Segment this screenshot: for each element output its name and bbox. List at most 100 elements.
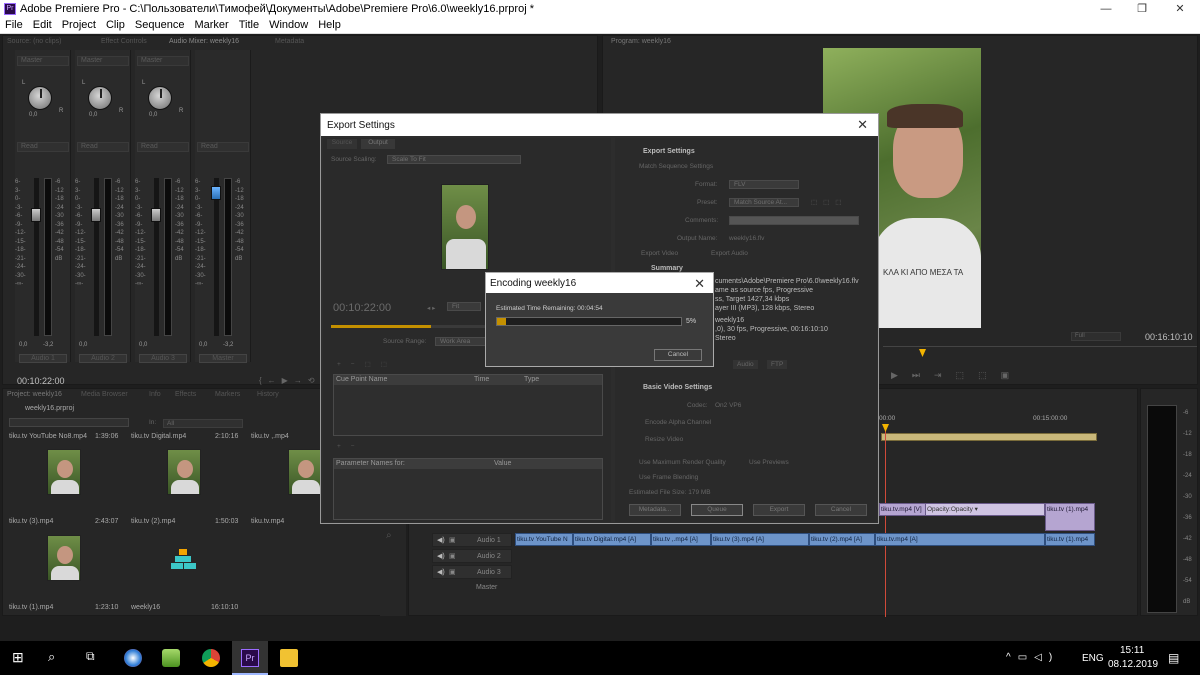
tab-audio[interactable]: Audio: [733, 360, 758, 369]
tab-project[interactable]: Project: weekly16: [7, 391, 62, 401]
menu-project[interactable]: Project: [57, 18, 101, 31]
bin-item-name[interactable]: weekly16: [131, 604, 160, 611]
frame-blending-checkbox[interactable]: Use Frame Blending: [639, 474, 698, 481]
image-app-icon[interactable]: [162, 649, 180, 667]
pan-knob[interactable]: [88, 86, 112, 110]
maximize-icon[interactable]: ❐: [1128, 1, 1156, 17]
volume-fader-handle[interactable]: [151, 208, 161, 222]
tab-metadata[interactable]: Metadata: [275, 38, 304, 48]
automation-mode-dropdown[interactable]: Read: [77, 142, 129, 152]
tab-source[interactable]: Source: (no clips): [7, 38, 61, 48]
close-icon[interactable]: ✕: [857, 117, 868, 133]
menu-edit[interactable]: Edit: [28, 18, 57, 31]
tab-info[interactable]: Info: [149, 391, 161, 401]
tab-output-preview[interactable]: Output: [361, 139, 395, 149]
search-icon[interactable]: ⌕: [48, 649, 66, 667]
opacity-keyframe-dropdown[interactable]: Opacity:Opacity ▾: [925, 503, 1045, 516]
close-icon[interactable]: ✕: [1166, 1, 1194, 17]
paint-app-icon[interactable]: [124, 649, 142, 667]
comments-input[interactable]: [729, 216, 859, 225]
use-previews-checkbox[interactable]: Use Previews: [749, 459, 789, 466]
timeline-playhead-head[interactable]: [882, 424, 889, 432]
pan-knob[interactable]: [28, 86, 52, 110]
track-header-master[interactable]: Master: [432, 581, 512, 595]
input-language[interactable]: ENG: [1082, 653, 1104, 664]
frame-step-icons[interactable]: ◂ ▸: [427, 304, 435, 312]
export-audio-checkbox[interactable]: Export Audio: [711, 250, 748, 257]
tab-markers[interactable]: Markers: [215, 391, 240, 401]
bin-item-name[interactable]: tiku.tv ,.mp4: [251, 433, 289, 440]
menu-file[interactable]: File: [0, 18, 28, 31]
source-scaling-dropdown[interactable]: Scale To Fit: [387, 155, 521, 164]
tab-effects[interactable]: Effects: [175, 391, 196, 401]
premiere-taskbar-button[interactable]: Pr: [232, 641, 268, 675]
audio-clip[interactable]: tiku.tv.mp4 [A]: [875, 533, 1045, 546]
clock-date[interactable]: 08.12.2019: [1108, 659, 1158, 670]
audio-clip[interactable]: tiku.tv ,.mp4 [A]: [651, 533, 711, 546]
automation-mode-dropdown[interactable]: Read: [197, 142, 249, 152]
channel-output-dropdown[interactable]: Master: [77, 56, 129, 66]
clock-time[interactable]: 15:11: [1120, 645, 1144, 656]
encode-alpha-checkbox[interactable]: Encode Alpha Channel: [645, 419, 711, 426]
windows-start-icon[interactable]: ⊞: [12, 649, 30, 667]
menu-marker[interactable]: Marker: [189, 18, 233, 31]
lock-icon[interactable]: ▣: [449, 552, 456, 560]
audio-clip[interactable]: tiku.tv (3).mp4 [A]: [711, 533, 809, 546]
audio-clip[interactable]: tiku.tv YouTube N: [515, 533, 573, 546]
task-view-icon[interactable]: ⧉: [86, 649, 104, 667]
tab-media-browser[interactable]: Media Browser: [81, 391, 128, 401]
program-fit-dropdown[interactable]: Full: [1071, 332, 1121, 341]
max-render-quality-checkbox[interactable]: Use Maximum Render Quality: [639, 459, 726, 466]
volume-fader-handle[interactable]: [91, 208, 101, 222]
audio-clip[interactable]: tiku.tv (1).mp4: [1045, 533, 1095, 546]
file-explorer-icon[interactable]: [280, 649, 298, 667]
queue-button[interactable]: Queue: [691, 504, 743, 516]
playhead-marker[interactable]: [919, 349, 926, 357]
close-icon[interactable]: ✕: [694, 276, 705, 292]
format-dropdown[interactable]: FLV: [729, 180, 799, 189]
export-button[interactable]: Export: [753, 504, 805, 516]
channel-output-dropdown[interactable]: Master: [137, 56, 189, 66]
cancel-encoding-button[interactable]: Cancel: [654, 349, 702, 361]
metadata-button[interactable]: Metadata...: [629, 504, 681, 516]
clip-thumbnail[interactable]: [288, 449, 322, 495]
zoom-tool-icon[interactable]: ⌕: [386, 530, 392, 541]
automation-mode-dropdown[interactable]: Read: [137, 142, 189, 152]
notifications-icon[interactable]: ▤: [1168, 651, 1179, 665]
audio-clip[interactable]: tiku.tv Digital.mp4 [A]: [573, 533, 651, 546]
menu-title[interactable]: Title: [234, 18, 264, 31]
lock-icon[interactable]: ▣: [449, 536, 456, 544]
tab-source-preview[interactable]: Source: [327, 139, 357, 149]
bin-item-name[interactable]: tiku.tv YouTube No8.mp4: [9, 433, 87, 440]
menu-window[interactable]: Window: [264, 18, 313, 31]
track-header-audio-1[interactable]: ◀) ▣ Audio 1: [432, 533, 512, 547]
speaker-icon[interactable]: ◀): [437, 536, 445, 544]
track-header-audio-2[interactable]: ◀) ▣ Audio 2: [432, 549, 512, 563]
bin-item-name[interactable]: tiku.tv (1).mp4: [9, 604, 53, 611]
bin-item-name[interactable]: tiku.tv.mp4: [251, 518, 284, 525]
lock-icon[interactable]: ▣: [449, 568, 456, 576]
resize-video-checkbox[interactable]: Resize Video: [645, 436, 683, 443]
automation-mode-dropdown[interactable]: Read: [17, 142, 69, 152]
work-area-bar[interactable]: [881, 433, 1097, 441]
speaker-icon[interactable]: ◀): [437, 552, 445, 560]
preset-action-icons[interactable]: ⬚⬚⬚: [811, 198, 847, 206]
audio-clip[interactable]: tiku.tv (2).mp4 [A]: [809, 533, 875, 546]
chrome-icon[interactable]: [202, 649, 220, 667]
bin-item-name[interactable]: tiku.tv (3).mp4: [9, 518, 53, 525]
volume-fader-handle[interactable]: [31, 208, 41, 222]
program-transport-controls[interactable]: ▶⏭⇥⬚⬚▣: [891, 370, 1023, 381]
export-video-checkbox[interactable]: Export Video: [641, 250, 678, 257]
cancel-export-button[interactable]: Cancel: [815, 504, 867, 516]
fit-dropdown[interactable]: Fit: [447, 302, 481, 311]
channel-output-dropdown[interactable]: Master: [17, 56, 69, 66]
menu-sequence[interactable]: Sequence: [130, 18, 190, 31]
tab-history[interactable]: History: [257, 391, 279, 401]
project-search-input[interactable]: [9, 418, 129, 427]
sequence-icon[interactable]: [169, 549, 197, 573]
match-sequence-checkbox[interactable]: Match Sequence Settings: [639, 163, 713, 170]
program-scrubber[interactable]: [883, 346, 1197, 357]
cue-point-toolbar[interactable]: +−⬚⬚: [337, 360, 397, 368]
master-fader-handle[interactable]: [211, 186, 221, 200]
in-dropdown[interactable]: All: [163, 419, 243, 428]
